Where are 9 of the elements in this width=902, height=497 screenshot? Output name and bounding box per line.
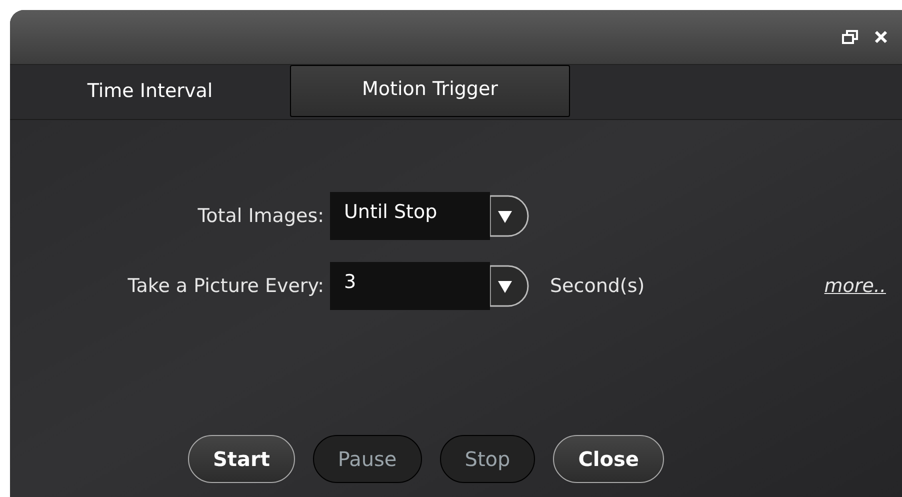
action-button[interactable]: Close — [553, 435, 664, 483]
field-label: Total Images: — [196, 204, 325, 229]
action-button[interactable]: Start — [188, 435, 295, 483]
restore-icon[interactable] — [842, 30, 858, 44]
unit-label: Second(s) — [550, 274, 645, 299]
more-link[interactable]: more.. — [824, 272, 886, 300]
close-icon[interactable] — [874, 30, 888, 44]
tab[interactable]: Motion Trigger — [290, 65, 570, 117]
field-label: Take a Picture Every: — [126, 274, 325, 299]
